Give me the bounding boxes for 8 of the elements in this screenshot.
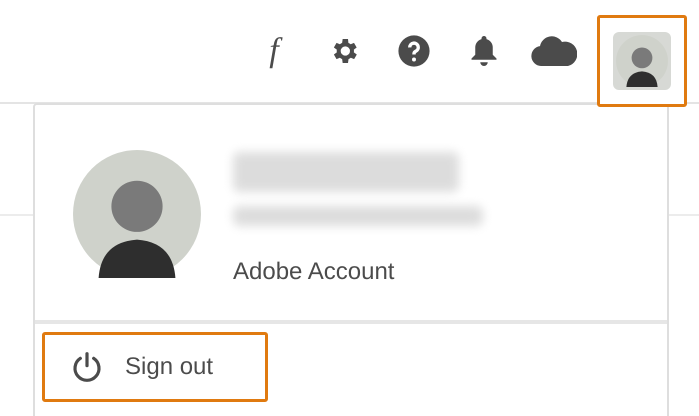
cloud-icon[interactable]: [531, 36, 577, 66]
sign-out-button[interactable]: Sign out: [42, 332, 268, 402]
adobe-account-link[interactable]: Adobe Account: [233, 258, 483, 286]
avatar-button[interactable]: [597, 15, 687, 107]
help-icon[interactable]: [397, 34, 431, 68]
power-icon: [71, 351, 103, 383]
avatar-icon: [616, 35, 668, 87]
notifications-bell-icon[interactable]: [469, 34, 499, 68]
